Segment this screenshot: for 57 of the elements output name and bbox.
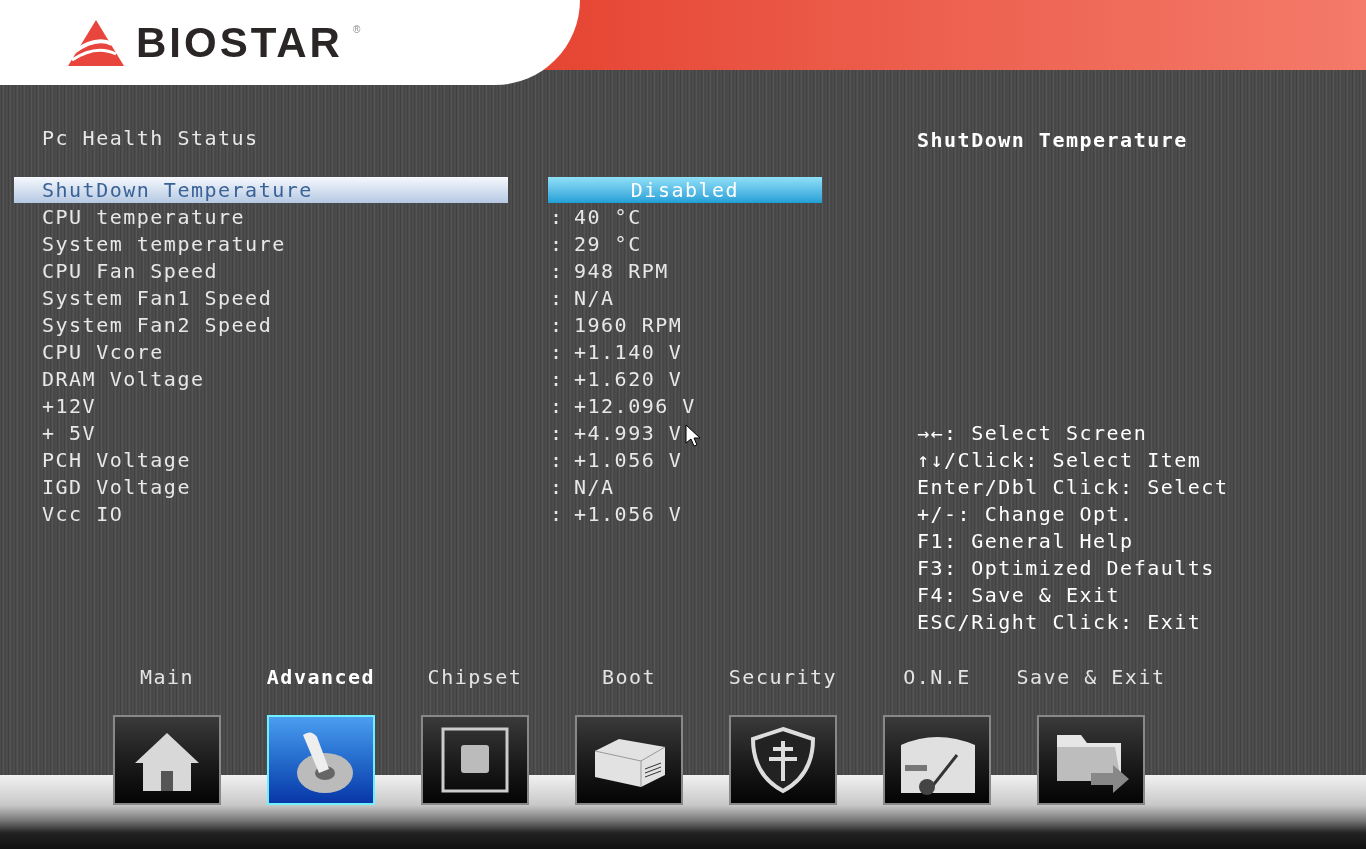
reading-value: +1.056 V (574, 446, 683, 474)
reading-value: 40 °C (574, 203, 642, 231)
separator: : (550, 311, 565, 339)
help-line: →←: Select Screen (917, 420, 1149, 447)
reading-value: 948 RPM (574, 257, 669, 285)
reading-value: +12.096 V (574, 392, 696, 420)
separator: : (550, 392, 565, 420)
page-title: Pc Health Status (41, 125, 260, 152)
separator: : (550, 473, 565, 501)
separator: : (550, 446, 565, 474)
reading-value: 29 °C (574, 230, 642, 258)
setting-label[interactable]: Vcc IO (14, 500, 508, 527)
help-title: ShutDown Temperature (917, 127, 1189, 154)
reading-value: +1.140 V (574, 338, 683, 366)
menu-tab[interactable]: Boot (552, 655, 706, 820)
menu-tab[interactable]: Main (90, 655, 244, 820)
setting-label[interactable]: IGD Voltage (14, 473, 508, 500)
setting-label[interactable]: ShutDown Temperature (14, 176, 508, 203)
menu-tab[interactable]: O.N.E (860, 655, 1014, 820)
reading-value: +1.620 V (574, 365, 683, 393)
pointer-icon (685, 424, 703, 448)
setting-label[interactable]: +12V (14, 392, 508, 419)
setting-label[interactable]: DRAM Voltage (14, 365, 508, 392)
reading-value: N/A (574, 473, 615, 501)
reading-value: 1960 RPM (574, 311, 683, 339)
separator: : (550, 203, 565, 231)
registered-mark: ® (352, 23, 361, 37)
help-line: +/-: Change Opt. (917, 501, 1135, 528)
reading-value: +1.056 V (574, 500, 683, 528)
help-line: F1: General Help (917, 528, 1135, 555)
separator: : (550, 338, 565, 366)
logo-text: BIOSTAR (136, 18, 343, 68)
help-line: F3: Optimized Defaults (917, 555, 1216, 582)
separator: : (550, 500, 565, 528)
help-line: ESC/Right Click: Exit (917, 609, 1203, 636)
help-line: F4: Save & Exit (917, 582, 1122, 609)
setting-label[interactable]: CPU Vcore (14, 338, 508, 365)
menu-tab[interactable]: Chipset (398, 655, 552, 820)
help-line: Enter/Dbl Click: Select (917, 474, 1229, 501)
help-line: ↑↓/Click: Select Item (917, 447, 1203, 474)
separator: : (550, 257, 565, 285)
setting-label[interactable]: System Fan1 Speed (14, 284, 508, 311)
menu-tab[interactable]: Advanced (244, 655, 398, 820)
separator: : (550, 419, 565, 447)
reading-value: +4.993 V (574, 419, 683, 447)
menu-tab[interactable]: Save & Exit (1014, 655, 1168, 820)
setting-label[interactable]: + 5V (14, 419, 508, 446)
reading-value: N/A (574, 284, 615, 312)
setting-label[interactable]: PCH Voltage (14, 446, 508, 473)
setting-label[interactable]: System Fan2 Speed (14, 311, 508, 338)
setting-label[interactable]: CPU temperature (14, 203, 508, 230)
setting-label[interactable]: CPU Fan Speed (14, 257, 508, 284)
separator: : (550, 365, 565, 393)
separator: : (550, 230, 565, 258)
separator: : (550, 284, 565, 312)
menu-tab[interactable]: Security (706, 655, 860, 820)
setting-label[interactable]: System temperature (14, 230, 508, 257)
